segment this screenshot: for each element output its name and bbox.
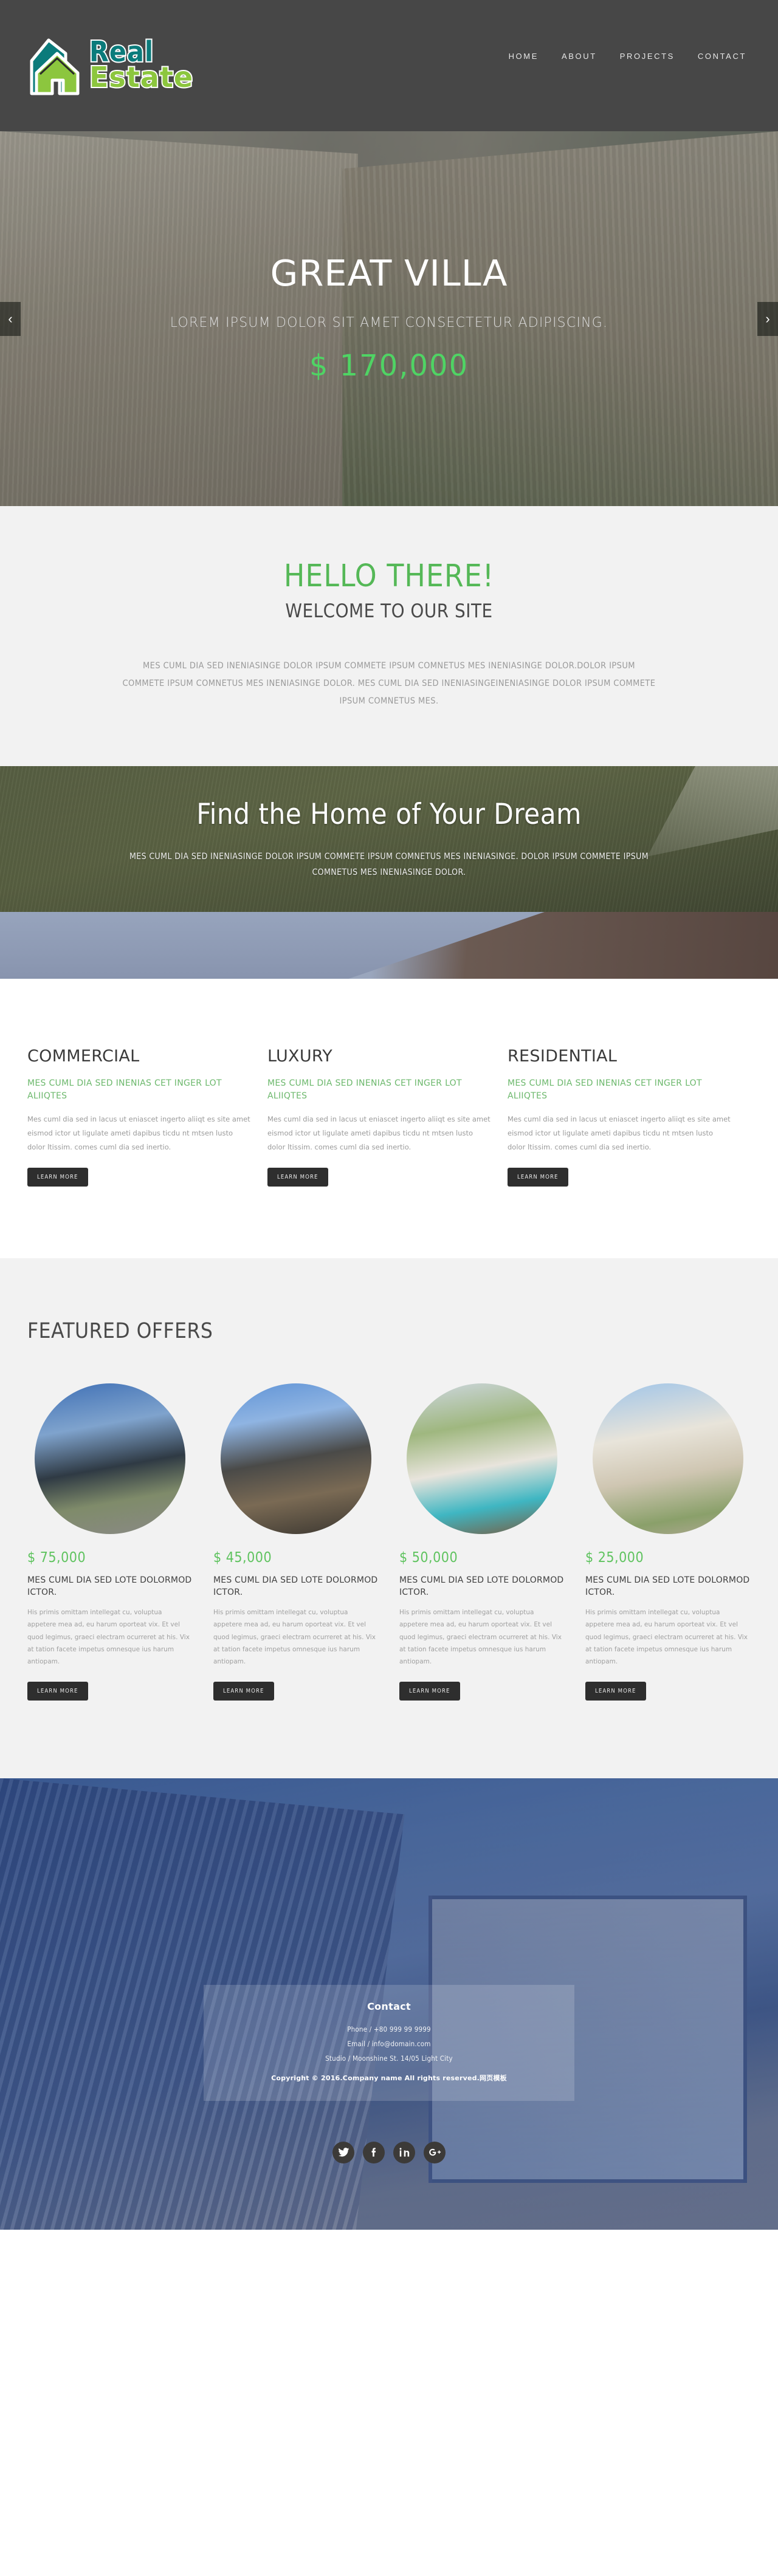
site-header: Real Estate HOME ABOUT PROJECTS CONTACT xyxy=(0,0,778,131)
offer-name: MES CUML DIA SED LOTE DOLORMOD ICTOR. xyxy=(27,1575,192,1598)
offer-price: $ 25,000 xyxy=(585,1550,644,1566)
hero-subtitle: LOREM IPSUM DOLOR SIT AMET CONSECTETUR A… xyxy=(170,315,608,331)
welcome-section: HELLO THERE! WELCOME TO OUR SITE MES CUM… xyxy=(0,506,778,766)
learn-more-button[interactable]: LEARN MORE xyxy=(399,1681,460,1701)
service-card-luxury: LUXURY MES CUML DIA SED INENIAS CET INGE… xyxy=(267,1047,492,1187)
service-title: RESIDENTIAL xyxy=(508,1047,618,1066)
contact-email: Email / info@domain.com xyxy=(347,2040,431,2049)
logo-word-estate: Estate xyxy=(88,61,194,94)
main-nav: HOME ABOUT PROJECTS CONTACT xyxy=(509,52,746,61)
offer-thumbnail-image[interactable] xyxy=(593,1383,743,1534)
decorative-image-band xyxy=(0,912,778,979)
offer-body-text: His primis omittam intellegat cu, volupt… xyxy=(27,1608,190,1666)
site-logo[interactable]: Real Estate xyxy=(28,35,194,99)
services-section: COMMERCIAL MES CUML DIA SED INENIAS CET … xyxy=(0,979,778,1258)
house-logo-icon xyxy=(28,35,92,99)
nav-item-about[interactable]: ABOUT xyxy=(562,52,597,61)
offer-thumbnail-image[interactable] xyxy=(407,1383,557,1534)
contact-studio-address: Studio / Moonshine St. 14/05 Light City xyxy=(325,2054,453,2063)
learn-more-button[interactable]: LEARN MORE xyxy=(27,1681,88,1701)
offer-card: $ 75,000 MES CUML DIA SED LOTE DOLORMOD … xyxy=(27,1383,193,1701)
offer-name: MES CUML DIA SED LOTE DOLORMOD ICTOR. xyxy=(585,1575,750,1598)
offer-price: $ 45,000 xyxy=(213,1550,272,1566)
page-root: Real Estate HOME ABOUT PROJECTS CONTACT … xyxy=(0,0,778,2230)
offer-thumbnail-image[interactable] xyxy=(35,1383,185,1534)
hero-content: GREAT VILLA LOREM IPSUM DOLOR SIT AMET C… xyxy=(0,131,778,506)
welcome-body-text: MES CUML DIA SED INENIASINGE DOLOR IPSUM… xyxy=(122,661,656,706)
offer-card: $ 45,000 MES CUML DIA SED LOTE DOLORMOD … xyxy=(213,1383,379,1701)
service-card-commercial: COMMERCIAL MES CUML DIA SED INENIAS CET … xyxy=(27,1047,252,1187)
nav-item-contact[interactable]: CONTACT xyxy=(698,52,746,61)
contact-card: Contact Phone / +80 999 99 9999 Email / … xyxy=(204,1984,574,2102)
parallax-title: Find the Home of Your Dream xyxy=(196,797,582,831)
contact-phone: Phone / +80 999 99 9999 xyxy=(347,2024,431,2033)
offer-body-text: His primis omittam intellegat cu, volupt… xyxy=(585,1608,748,1666)
offer-price: $ 75,000 xyxy=(27,1550,86,1566)
service-title: LUXURY xyxy=(267,1047,333,1066)
googleplus-icon[interactable] xyxy=(424,2141,446,2163)
social-links xyxy=(332,2141,446,2163)
site-footer: Contact Phone / +80 999 99 9999 Email / … xyxy=(0,1778,778,2230)
learn-more-button[interactable]: LEARN MORE xyxy=(27,1168,88,1187)
service-body-text: Mes cuml dia sed in lacus ut eniascet in… xyxy=(508,1115,731,1151)
learn-more-button[interactable]: LEARN MORE xyxy=(267,1168,328,1187)
service-subtitle: MES CUML DIA SED INENIAS CET INGER LOT A… xyxy=(27,1078,222,1101)
parallax-section: Find the Home of Your Dream MES CUML DIA… xyxy=(0,766,778,912)
offer-name: MES CUML DIA SED LOTE DOLORMOD ICTOR. xyxy=(399,1575,564,1598)
nav-item-projects[interactable]: PROJECTS xyxy=(620,52,675,61)
service-title: COMMERCIAL xyxy=(27,1047,140,1066)
parallax-body-text: MES CUML DIA SED INENIASINGE DOLOR IPSUM… xyxy=(129,851,649,877)
learn-more-button[interactable]: LEARN MORE xyxy=(213,1681,274,1701)
offers-row: $ 75,000 MES CUML DIA SED LOTE DOLORMOD … xyxy=(27,1383,751,1701)
parallax-content: Find the Home of Your Dream MES CUML DIA… xyxy=(0,766,778,912)
offer-thumbnail-image[interactable] xyxy=(221,1383,371,1534)
offer-body-text: His primis omittam intellegat cu, volupt… xyxy=(213,1608,376,1666)
copyright-text: Copyright © 2016.Company name All rights… xyxy=(271,2074,507,2083)
service-body-text: Mes cuml dia sed in lacus ut eniascet in… xyxy=(27,1115,250,1151)
nav-item-home[interactable]: HOME xyxy=(509,52,539,61)
linkedin-icon[interactable] xyxy=(393,2141,415,2163)
learn-more-button[interactable]: LEARN MORE xyxy=(585,1681,646,1701)
services-row: COMMERCIAL MES CUML DIA SED INENIAS CET … xyxy=(27,1047,751,1187)
hero-slider: GREAT VILLA LOREM IPSUM DOLOR SIT AMET C… xyxy=(0,131,778,506)
offer-name: MES CUML DIA SED LOTE DOLORMOD ICTOR. xyxy=(213,1575,378,1598)
offer-card: $ 25,000 MES CUML DIA SED LOTE DOLORMOD … xyxy=(585,1383,751,1701)
learn-more-button[interactable]: LEARN MORE xyxy=(508,1168,568,1187)
twitter-icon[interactable] xyxy=(332,2141,354,2163)
facebook-icon[interactable] xyxy=(363,2141,385,2163)
offer-card: $ 50,000 MES CUML DIA SED LOTE DOLORMOD … xyxy=(399,1383,565,1701)
slider-next-arrow-icon[interactable]: › xyxy=(757,301,778,336)
welcome-subtitle: WELCOME TO OUR SITE xyxy=(285,600,493,622)
featured-offers-section: FEATURED OFFERS $ 75,000 MES CUML DIA SE… xyxy=(0,1258,778,1778)
offer-price: $ 50,000 xyxy=(399,1550,458,1566)
featured-offers-title: FEATURED OFFERS xyxy=(27,1319,213,1343)
offer-body-text: His primis omittam intellegat cu, volupt… xyxy=(399,1608,562,1666)
logo-wordmark: Real Estate xyxy=(88,35,194,94)
hero-price: $ 170,000 xyxy=(309,349,469,383)
welcome-title: HELLO THERE! xyxy=(283,558,495,594)
contact-title: Contact xyxy=(367,2000,411,2012)
hero-title: GREAT VILLA xyxy=(270,252,508,294)
service-body-text: Mes cuml dia sed in lacus ut eniascet in… xyxy=(267,1115,491,1151)
slider-prev-arrow-icon[interactable]: ‹ xyxy=(0,301,21,336)
service-subtitle: MES CUML DIA SED INENIAS CET INGER LOT A… xyxy=(508,1078,702,1101)
service-card-residential: RESIDENTIAL MES CUML DIA SED INENIAS CET… xyxy=(508,1047,732,1187)
service-subtitle: MES CUML DIA SED INENIAS CET INGER LOT A… xyxy=(267,1078,462,1101)
